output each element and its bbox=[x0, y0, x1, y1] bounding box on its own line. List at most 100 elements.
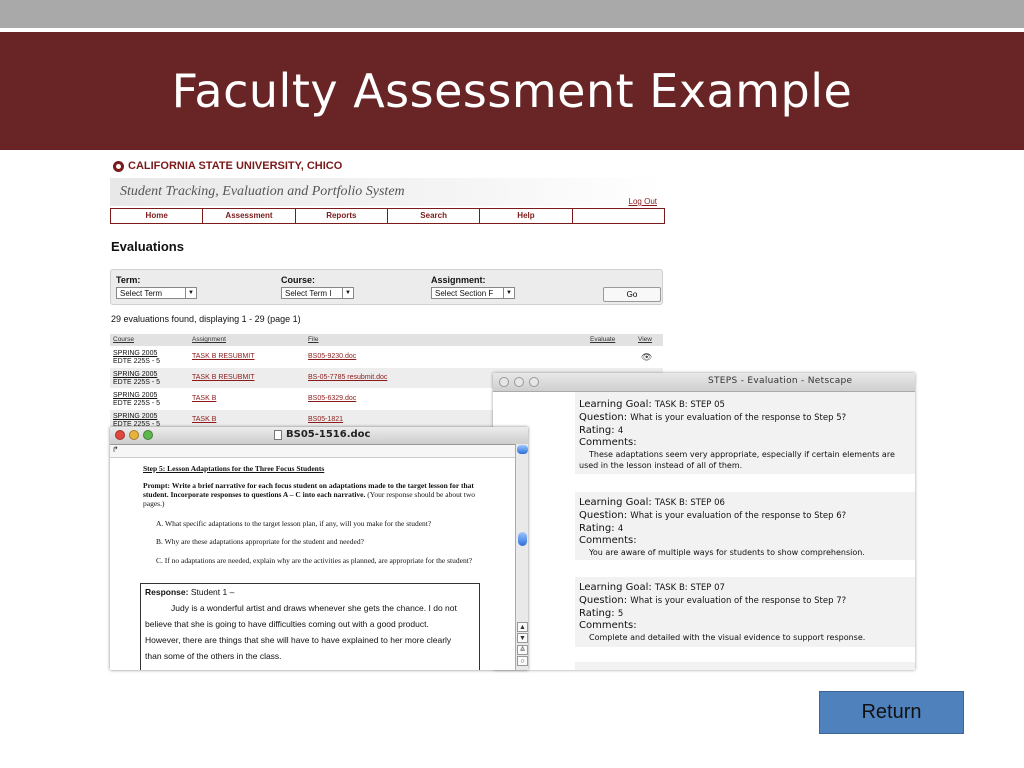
evaluation-entry: Learning Goal: TASK B: STEP 07 Question:… bbox=[575, 577, 915, 647]
question-value: What is your evaluation of the response … bbox=[630, 596, 847, 606]
slide-title: Faculty Assessment Example bbox=[171, 64, 853, 118]
col-course[interactable]: Course bbox=[113, 336, 134, 343]
response-box: Response: Student 1 – Judy is a wonderfu… bbox=[140, 583, 480, 670]
rating-label: Rating: bbox=[579, 608, 615, 619]
results-count: 29 evaluations found, displaying 1 - 29 … bbox=[111, 314, 301, 324]
rating-value: 4 bbox=[617, 524, 624, 534]
col-view[interactable]: View bbox=[638, 336, 652, 343]
course-select[interactable]: Select Term I ▼ bbox=[281, 287, 354, 299]
response-line: Judy is a wonderful artist and draws whe… bbox=[171, 603, 457, 613]
term-label: Term: bbox=[116, 275, 141, 285]
doc-question-a: A. What specific adaptations to the targ… bbox=[156, 519, 432, 528]
comment-text: These adaptations seem very appropriate,… bbox=[579, 450, 895, 470]
col-evaluate[interactable]: Evaluate bbox=[590, 336, 615, 343]
comment-text: You are aware of multiple ways for stude… bbox=[589, 548, 865, 557]
response-line: than some of the others in the class. bbox=[145, 651, 282, 661]
row-course-code: EDTE 225S - 5 bbox=[113, 379, 161, 386]
nav-empty bbox=[573, 209, 664, 223]
row-course-term[interactable]: SPRING 2005 bbox=[113, 392, 160, 400]
row-assignment-link[interactable]: TASK B bbox=[192, 416, 216, 424]
row-course-code: EDTE 225S - 5 bbox=[113, 400, 161, 407]
nav-search[interactable]: Search bbox=[388, 209, 481, 223]
course-label: Course: bbox=[281, 275, 316, 285]
row-course-term[interactable]: SPRING 2005 bbox=[113, 371, 160, 379]
page-up-icon[interactable]: ≙ bbox=[517, 645, 528, 655]
response-student: Student 1 – bbox=[190, 587, 235, 597]
document-page: Step 5: Lesson Adaptations for the Three… bbox=[110, 458, 515, 670]
doc-question-c: C. If no adaptations are needed, explain… bbox=[156, 556, 473, 565]
col-assignment[interactable]: Assignment bbox=[192, 336, 226, 343]
question-label: Question: bbox=[579, 412, 628, 423]
close-window-icon[interactable] bbox=[115, 430, 125, 440]
rating-label: Rating: bbox=[579, 425, 615, 436]
row-assignment-link[interactable]: TASK B bbox=[192, 395, 216, 403]
course-select-value: Select Term I bbox=[285, 289, 332, 298]
evaluation-window-titlebar: STEPS - Evaluation - Netscape bbox=[493, 373, 915, 392]
browse-object-icon[interactable]: ○ bbox=[517, 656, 528, 666]
scroll-down-arrow-icon[interactable]: ▼ bbox=[517, 633, 528, 643]
rating-value: 4 bbox=[617, 426, 624, 436]
row-assignment-link[interactable]: TASK B RESUBMIT bbox=[192, 353, 255, 361]
zoom-window-icon[interactable] bbox=[143, 430, 153, 440]
doc-prompt: Prompt: Write a brief narrative for each… bbox=[143, 481, 483, 508]
col-file[interactable]: File bbox=[308, 336, 318, 343]
scroll-up-arrow-icon[interactable]: ▲ bbox=[517, 622, 528, 632]
university-header: CALIFORNIA STATE UNIVERSITY, CHICO bbox=[113, 160, 342, 172]
comment-text: Complete and detailed with the visual ev… bbox=[589, 633, 866, 642]
close-window-icon[interactable] bbox=[499, 377, 509, 387]
row-file-link[interactable]: BS05-6329.doc bbox=[308, 395, 356, 403]
rating-label: Rating: bbox=[579, 523, 615, 534]
evaluation-window-body: Learning Goal: TASK B: STEP 05 Question:… bbox=[493, 392, 915, 670]
row-assignment-link[interactable]: TASK B RESUBMIT bbox=[192, 374, 255, 382]
question-label: Question: bbox=[579, 595, 628, 606]
doc-step-heading: Step 5: Lesson Adaptations for the Three… bbox=[143, 464, 325, 473]
assignment-label: Assignment: bbox=[431, 275, 486, 285]
return-button[interactable]: Return bbox=[819, 691, 964, 734]
goal-value: TASK B: STEP 05 bbox=[654, 400, 725, 410]
row-file-link[interactable]: BS-05-7785 resubmit.doc bbox=[308, 374, 387, 382]
university-seal-icon bbox=[113, 160, 124, 172]
university-name: CALIFORNIA STATE UNIVERSITY, CHICO bbox=[128, 160, 343, 172]
question-label: Question: bbox=[579, 510, 628, 521]
evaluations-table-header: Course Assignment File Evaluate View bbox=[110, 334, 663, 346]
nav-home[interactable]: Home bbox=[111, 209, 204, 223]
evaluation-window: STEPS - Evaluation - Netscape Learning G… bbox=[493, 373, 915, 670]
nav-help[interactable]: Help bbox=[480, 209, 573, 223]
pointer-tool-icon[interactable]: ↱ bbox=[112, 445, 119, 454]
split-handle-icon[interactable] bbox=[517, 445, 528, 454]
assignment-select[interactable]: Select Section F ▼ bbox=[431, 287, 515, 299]
row-file-link[interactable]: BS05-9230.doc bbox=[308, 353, 356, 361]
response-label: Response: bbox=[145, 587, 189, 597]
scrollbar-thumb[interactable] bbox=[518, 532, 527, 546]
minimize-window-icon[interactable] bbox=[514, 377, 524, 387]
goal-value: TASK B: STEP 07 bbox=[654, 583, 725, 593]
comments-label: Comments: bbox=[579, 437, 637, 448]
doc-question-b: B. Why are these adaptations appropriate… bbox=[156, 537, 364, 546]
system-title: Student Tracking, Evaluation and Portfol… bbox=[120, 184, 405, 199]
logout-link[interactable]: Log Out bbox=[629, 197, 657, 206]
table-row: SPRING 2005 EDTE 225S - 5 TASK B RESUBMIT… bbox=[110, 347, 663, 367]
view-eye-icon[interactable]: 👁 bbox=[641, 352, 652, 363]
row-file-link[interactable]: BS05-1821 bbox=[308, 416, 343, 424]
chevron-down-icon: ▼ bbox=[503, 288, 514, 298]
row-course-term[interactable]: SPRING 2005 bbox=[113, 413, 160, 421]
document-toolbar: ↱ bbox=[110, 445, 528, 458]
evaluation-window-title: STEPS - Evaluation - Netscape bbox=[708, 376, 853, 386]
evaluation-entry: Learning Goal: TASK B: STEP 05 Question:… bbox=[575, 392, 915, 474]
term-select[interactable]: Select Term ▼ bbox=[116, 287, 197, 299]
zoom-window-icon[interactable] bbox=[529, 377, 539, 387]
nav-reports[interactable]: Reports bbox=[296, 209, 388, 223]
goal-value: TASK B: STEP 06 bbox=[654, 498, 725, 508]
nav-assessment[interactable]: Assessment bbox=[203, 209, 296, 223]
comments-label: Comments: bbox=[579, 620, 637, 631]
minimize-window-icon[interactable] bbox=[129, 430, 139, 440]
question-value: What is your evaluation of the response … bbox=[630, 413, 847, 423]
evaluation-entry-partial bbox=[575, 662, 915, 670]
assignment-select-value: Select Section F bbox=[435, 289, 494, 298]
goal-label: Learning Goal: bbox=[579, 399, 652, 410]
document-scrollbar[interactable]: ▲ ▼ ≙ ○ bbox=[515, 444, 528, 670]
response-line: However, there are things that she will … bbox=[145, 635, 452, 645]
question-value: What is your evaluation of the response … bbox=[630, 511, 847, 521]
go-button[interactable]: Go bbox=[603, 287, 661, 302]
row-course-term[interactable]: SPRING 2005 bbox=[113, 350, 160, 358]
